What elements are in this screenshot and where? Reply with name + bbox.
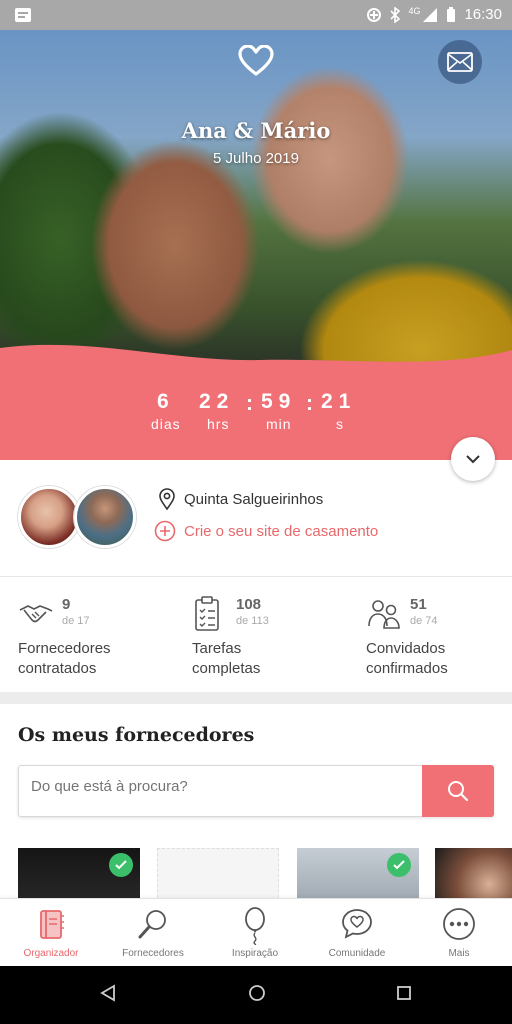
vendor-card[interactable] [157,848,279,900]
vendor-search [18,765,494,817]
bottom-tab-bar: Organizador Fornecedores Inspiração Comu… [0,898,512,966]
stat-tasks-label: Tarefas [192,640,242,657]
messages-button[interactable] [438,40,482,84]
countdown-hours: 22 [199,390,235,413]
check-icon [387,853,411,877]
data-saver-icon [367,7,382,22]
tab-label: Mais [448,948,470,959]
couple-names: Ana & Mário [181,118,331,143]
vendor-card[interactable] [18,848,140,900]
divider [0,576,512,577]
couple-hero: Ana & Mário 5 Julho 2019 6 dias 22 hrs :… [0,30,512,460]
countdown-seconds: 21 [321,390,357,413]
stat-tasks-label: completas [192,660,261,677]
plus-circle-icon [154,520,176,542]
home-icon[interactable] [248,984,266,1002]
countdown-hours-label: hrs [207,416,230,432]
signal-icon [423,7,438,22]
countdown-band [0,344,512,460]
more-icon [443,908,475,940]
organizer-icon [40,910,64,939]
vendor-card[interactable] [435,848,512,900]
tab-label: Comunidade [328,948,386,959]
countdown-minutes-label: min [266,416,292,432]
stat-vendors-value: 9 [62,596,71,613]
checklist-icon [195,596,219,631]
tab-organizador[interactable]: Organizador [0,899,102,967]
create-site-label: Crie o seu site de casamento [184,522,379,540]
stat-guests-value: 51 [410,596,427,613]
create-site-link[interactable]: Crie o seu site de casamento [154,520,378,542]
status-bar: 4G 16:30 [0,0,512,30]
back-icon[interactable] [100,984,116,1002]
section-separator [0,692,512,704]
stat-guests-label: confirmados [366,660,448,677]
vendor-cards [0,848,512,900]
venue[interactable]: Quinta Salgueirinhos [158,488,323,510]
guests-icon [368,600,400,629]
stat-tasks-value: 108 [236,596,262,613]
recents-icon[interactable] [396,984,412,1002]
clock: 16:30 [464,6,502,23]
heart-logo-icon [238,45,274,76]
mail-icon [447,52,473,72]
vendors-title: Os meus fornecedores [18,724,255,746]
stat-vendors-total: de 17 [62,615,90,627]
location-pin-icon [159,488,175,510]
expand-button[interactable] [451,437,495,481]
stat-guests-total: de 74 [410,615,438,627]
search-input[interactable] [31,778,411,795]
avatar-bride[interactable] [18,486,80,548]
bluetooth-icon [390,6,401,23]
search-vendors-icon [138,910,166,939]
battery-icon [447,6,456,22]
stat-guests-label: Convidados [366,640,446,657]
stat-vendors-label: Fornecedores [18,640,111,657]
check-icon [109,853,133,877]
balloon-icon [245,907,265,945]
tab-label: Organizador [23,948,79,959]
countdown-days: 6 [157,390,175,413]
stat-tasks-total: de 113 [236,615,269,627]
countdown-days-label: dias [151,416,181,432]
handshake-icon [19,605,53,623]
tab-label: Fornecedores [122,948,184,959]
system-nav-bar [0,966,512,1024]
tab-label: Inspiração [231,948,279,959]
search-icon [448,781,469,802]
notification-icon [15,8,31,22]
community-icon [342,909,372,939]
vendor-card[interactable] [297,848,419,900]
venue-name: Quinta Salgueirinhos [184,490,324,508]
countdown-seconds-label: s [336,416,344,432]
countdown-separator: : [306,392,313,415]
countdown-separator: : [246,392,253,415]
stat-vendors-label: contratados [18,660,97,677]
tab-comunidade[interactable]: Comunidade [306,899,408,967]
avatar-groom[interactable] [74,486,136,548]
tab-mais[interactable]: Mais [408,899,510,967]
tab-inspiracao[interactable]: Inspiração [204,899,306,967]
tab-fornecedores[interactable]: Fornecedores [102,899,204,967]
search-button[interactable] [422,765,494,817]
countdown-minutes: 59 [261,390,297,413]
wedding-date: 5 Julho 2019 [213,150,299,167]
chevron-down-icon [466,454,480,463]
network-type: 4G [408,5,421,16]
